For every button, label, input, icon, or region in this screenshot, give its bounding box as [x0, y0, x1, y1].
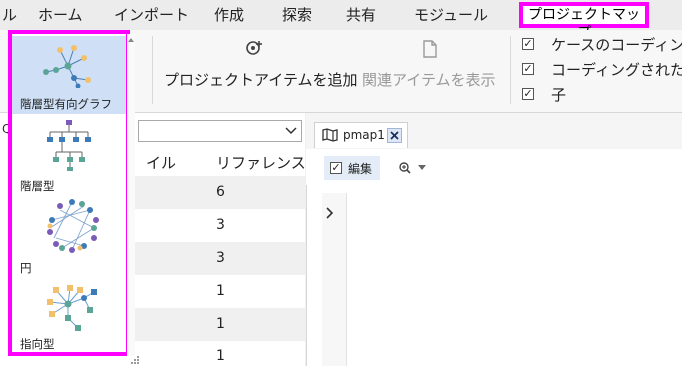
- dropdown-scrollbar[interactable]: [127, 34, 135, 356]
- add-project-items-label: プロジェクトアイテムを追加: [164, 71, 358, 89]
- edit-checkbox[interactable]: ✓: [330, 162, 342, 174]
- map-icon: [322, 128, 338, 142]
- layout-option-circle[interactable]: 円: [12, 198, 126, 280]
- reference-count: 1: [216, 283, 225, 299]
- close-tab-button[interactable]: [387, 128, 402, 143]
- zoom-icon[interactable]: [398, 161, 412, 175]
- chevron-right-icon[interactable]: [326, 207, 334, 219]
- chevron-down-icon: [285, 127, 297, 135]
- document-icon: [423, 40, 437, 58]
- hierarchical-directed-graph-icon: [43, 45, 91, 88]
- children-checkbox[interactable]: ✓: [522, 88, 534, 100]
- reference-count: 3: [216, 217, 225, 233]
- edit-label: 編集: [348, 162, 373, 176]
- menu-project-map[interactable]: プロジェクトマップ: [519, 2, 649, 41]
- menu-explore[interactable]: 探索: [282, 0, 312, 30]
- ribbon-divider: [152, 36, 153, 104]
- menu-create[interactable]: 作成: [214, 0, 244, 30]
- hierarchical-tree-icon: [47, 120, 91, 171]
- ribbon-divider: [510, 36, 511, 104]
- layout-option-label: 階層型有向グラフ: [20, 97, 112, 111]
- tab-title: pmap1: [343, 128, 385, 142]
- circle-layout-icon: [47, 199, 99, 253]
- layout-option-hierarchical[interactable]: 階層型: [12, 114, 126, 198]
- add-node-icon: [246, 41, 262, 55]
- layout-option-label: 指向型: [20, 337, 55, 351]
- layout-option-label: 階層型: [20, 179, 55, 193]
- show-related-items-label: 関連アイテムを表示: [362, 71, 496, 89]
- children-label: 子: [551, 86, 567, 104]
- menu-home[interactable]: ホーム: [38, 0, 83, 30]
- column-header-references[interactable]: リファレンス: [216, 152, 306, 173]
- list-filter-combo[interactable]: [138, 120, 302, 142]
- column-header-file[interactable]: イル: [146, 152, 176, 173]
- directed-layout-icon: [47, 285, 97, 331]
- coded-files-label: コーディングされたフ: [551, 61, 682, 79]
- menu-import[interactable]: インポート: [114, 0, 189, 30]
- reference-count: 6: [216, 184, 225, 200]
- coded-files-checkbox[interactable]: ✓: [522, 63, 534, 75]
- show-related-items-button[interactable]: 関連アイテムを表示: [360, 34, 506, 94]
- reference-count: 1: [216, 348, 225, 364]
- menu-module[interactable]: モジュール: [414, 0, 488, 30]
- tab-pmap1[interactable]: pmap1: [314, 122, 408, 148]
- layout-option-label: 円: [20, 261, 32, 275]
- case-coding-checkbox[interactable]: ✓: [522, 38, 534, 50]
- scroll-up-icon[interactable]: [128, 38, 134, 42]
- case-coding-label: ケースのコーディング: [551, 36, 682, 54]
- close-icon: [390, 131, 399, 140]
- reference-count: 3: [216, 250, 225, 266]
- resize-grip-icon[interactable]: [130, 355, 140, 365]
- layout-option-directed[interactable]: 指向型: [12, 280, 126, 356]
- menu-share[interactable]: 共有: [346, 0, 376, 30]
- add-project-items-button[interactable]: プロジェクトアイテムを追加: [160, 34, 358, 94]
- layout-dropdown-panel: 階層型有向グラフ 階層型 円 指向型: [8, 30, 130, 356]
- zoom-dropdown-icon[interactable]: [418, 165, 426, 171]
- layout-option-hierarchical-directed[interactable]: 階層型有向グラフ: [12, 36, 126, 114]
- reference-count: 1: [216, 316, 225, 332]
- edit-toggle[interactable]: ✓ 編集: [324, 156, 380, 180]
- menu-tool-partial[interactable]: ル: [2, 0, 17, 30]
